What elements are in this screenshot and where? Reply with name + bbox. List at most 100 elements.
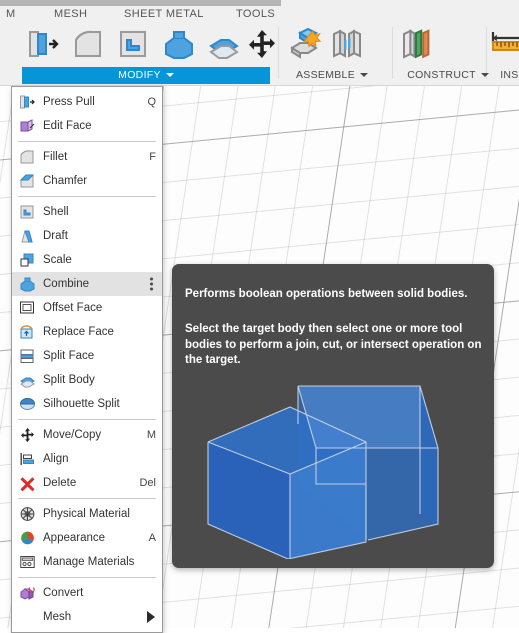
align-icon: [19, 451, 36, 468]
ribbon-fillet-icon[interactable]: [67, 28, 111, 64]
menu-item-label: Manage Materials: [43, 556, 135, 568]
chamfer-icon: [19, 173, 36, 190]
menu-item-label: Edit Face: [43, 120, 92, 132]
menu-item-shell[interactable]: Shell: [12, 200, 162, 224]
menu-item-label: Shell: [43, 206, 69, 218]
menu-item-draft[interactable]: Draft: [12, 224, 162, 248]
tooltip-title: Performs boolean operations between soli…: [185, 288, 468, 300]
menu-item-label: Align: [43, 453, 69, 465]
ribbon-group-label: MODIFY: [118, 69, 161, 81]
ribbon-combine-icon[interactable]: [157, 28, 201, 64]
menu-item-combine[interactable]: Combine: [12, 272, 162, 296]
menu-item-mesh[interactable]: Mesh: [12, 605, 162, 629]
combine-tooltip: Performs boolean operations between soli…: [172, 264, 494, 568]
shell-icon: [19, 204, 36, 221]
chevron-down-icon: [480, 73, 489, 78]
menu-item-delete[interactable]: Delete Del: [12, 471, 162, 495]
ribbon-move-copy-icon[interactable]: [240, 28, 284, 64]
menu-item-label: Physical Material: [43, 508, 130, 520]
delete-icon: [19, 475, 36, 492]
menu-item-label: Convert: [43, 587, 84, 599]
menu-item-edit-face[interactable]: Edit Face: [12, 114, 162, 138]
ribbon-measure-icon[interactable]: [490, 28, 519, 64]
modify-dropdown-menu[interactable]: Press Pull Q Edit Face Fillet F Chamfer Shell D…: [11, 86, 163, 633]
ribbon-assemble-new-component-icon[interactable]: [288, 27, 332, 64]
menu-item-label: Scale: [43, 254, 72, 266]
chevron-down-icon: [360, 73, 368, 78]
ribbon-group-construct[interactable]: CONSTRUCT: [392, 67, 504, 84]
menu-separator: [18, 419, 156, 420]
menu-item-label: Draft: [43, 230, 68, 242]
ribbon-offset-plane-icon[interactable]: [400, 28, 444, 64]
combine-illustration: [190, 364, 476, 560]
split-body-icon: [19, 372, 36, 389]
menu-item-label: Silhouette Split: [43, 398, 120, 410]
convert-icon: [19, 585, 36, 602]
menu-item-label: Delete: [43, 477, 77, 489]
menu-item-scale[interactable]: Scale: [12, 248, 162, 272]
tab-scrollbar[interactable]: [0, 0, 281, 6]
split-face-icon: [19, 348, 36, 365]
menu-item-label: Press Pull: [43, 96, 95, 108]
menu-item-fillet[interactable]: Fillet F: [12, 145, 162, 169]
ribbon-assemble-joint-icon[interactable]: [330, 28, 374, 64]
menu-separator: [18, 498, 156, 499]
appearance-icon: [19, 530, 36, 547]
press-pull-icon: [19, 94, 36, 111]
menu-item-chamfer[interactable]: Chamfer: [12, 169, 162, 193]
menu-item-press-pull[interactable]: Press Pull Q: [12, 90, 162, 114]
menu-item-label: Split Body: [43, 374, 95, 386]
scale-icon: [19, 252, 36, 269]
offset-face-icon: [19, 300, 36, 317]
menu-item-move-copy[interactable]: Move/Copy M: [12, 423, 162, 447]
menu-item-label: Split Face: [43, 350, 95, 362]
physical-material-icon: [19, 506, 36, 523]
ribbon-toolbar: MODIFY ASSEMBLE CONSTRUCT INSPECT: [0, 24, 519, 86]
menu-item-label: Replace Face: [43, 326, 114, 338]
overflow-menu-icon[interactable]: [150, 277, 153, 291]
menu-item-offset-face[interactable]: Offset Face: [12, 296, 162, 320]
menu-item-label: Move/Copy: [43, 429, 102, 441]
submenu-arrow-icon: [147, 611, 155, 623]
move-copy-icon: [19, 427, 36, 444]
menu-item-shortcut: M: [146, 429, 156, 441]
menu-item-shortcut: A: [148, 532, 156, 544]
draft-icon: [19, 228, 36, 245]
menu-item-align[interactable]: Align: [12, 447, 162, 471]
menu-separator: [18, 577, 156, 578]
edit-face-icon: [19, 118, 36, 135]
ribbon-shell-icon[interactable]: [112, 28, 156, 64]
ribbon-group-inspect[interactable]: INSPECT: [494, 67, 519, 84]
menu-item-label: Combine: [43, 278, 90, 290]
combine-icon: [19, 276, 36, 293]
menu-item-label: Chamfer: [43, 175, 88, 187]
menu-item-manage-materials[interactable]: Manage Materials: [12, 550, 162, 574]
chevron-down-icon: [165, 73, 174, 78]
menu-item-appearance[interactable]: Appearance A: [12, 526, 162, 550]
menu-item-shortcut: Q: [147, 96, 156, 108]
ribbon-group-label: INSPECT: [500, 69, 519, 81]
tab-tools[interactable]: TOOLS: [236, 8, 275, 20]
menu-item-silhouette-split[interactable]: Silhouette Split: [12, 392, 162, 416]
tab-form-partial[interactable]: M: [6, 8, 16, 20]
tab-mesh[interactable]: MESH: [54, 8, 87, 20]
ribbon-press-pull-icon[interactable]: [22, 28, 66, 64]
menu-item-label: Offset Face: [43, 302, 103, 314]
menu-item-replace-face[interactable]: Replace Face: [12, 320, 162, 344]
menu-item-label: Appearance: [43, 532, 106, 544]
ribbon-group-modify[interactable]: MODIFY: [22, 67, 270, 84]
tab-sheet-metal[interactable]: SHEET METAL: [124, 8, 204, 20]
ribbon-group-label: ASSEMBLE: [295, 69, 355, 81]
ribbon-group-assemble[interactable]: ASSEMBLE: [280, 67, 384, 84]
document-tab-bar: M MESH SHEET METAL TOOLS: [0, 0, 519, 24]
menu-item-convert[interactable]: Convert: [12, 581, 162, 605]
menu-item-physical-material[interactable]: Physical Material: [12, 502, 162, 526]
menu-item-split-face[interactable]: Split Face: [12, 344, 162, 368]
menu-item-label: Mesh: [43, 611, 72, 623]
fillet-icon: [19, 149, 36, 166]
ribbon-group-label: CONSTRUCT: [407, 69, 476, 81]
manage-materials-icon: [19, 554, 36, 571]
no-icon: [19, 609, 36, 626]
menu-item-split-body[interactable]: Split Body: [12, 368, 162, 392]
silhouette-split-icon: [19, 396, 36, 413]
